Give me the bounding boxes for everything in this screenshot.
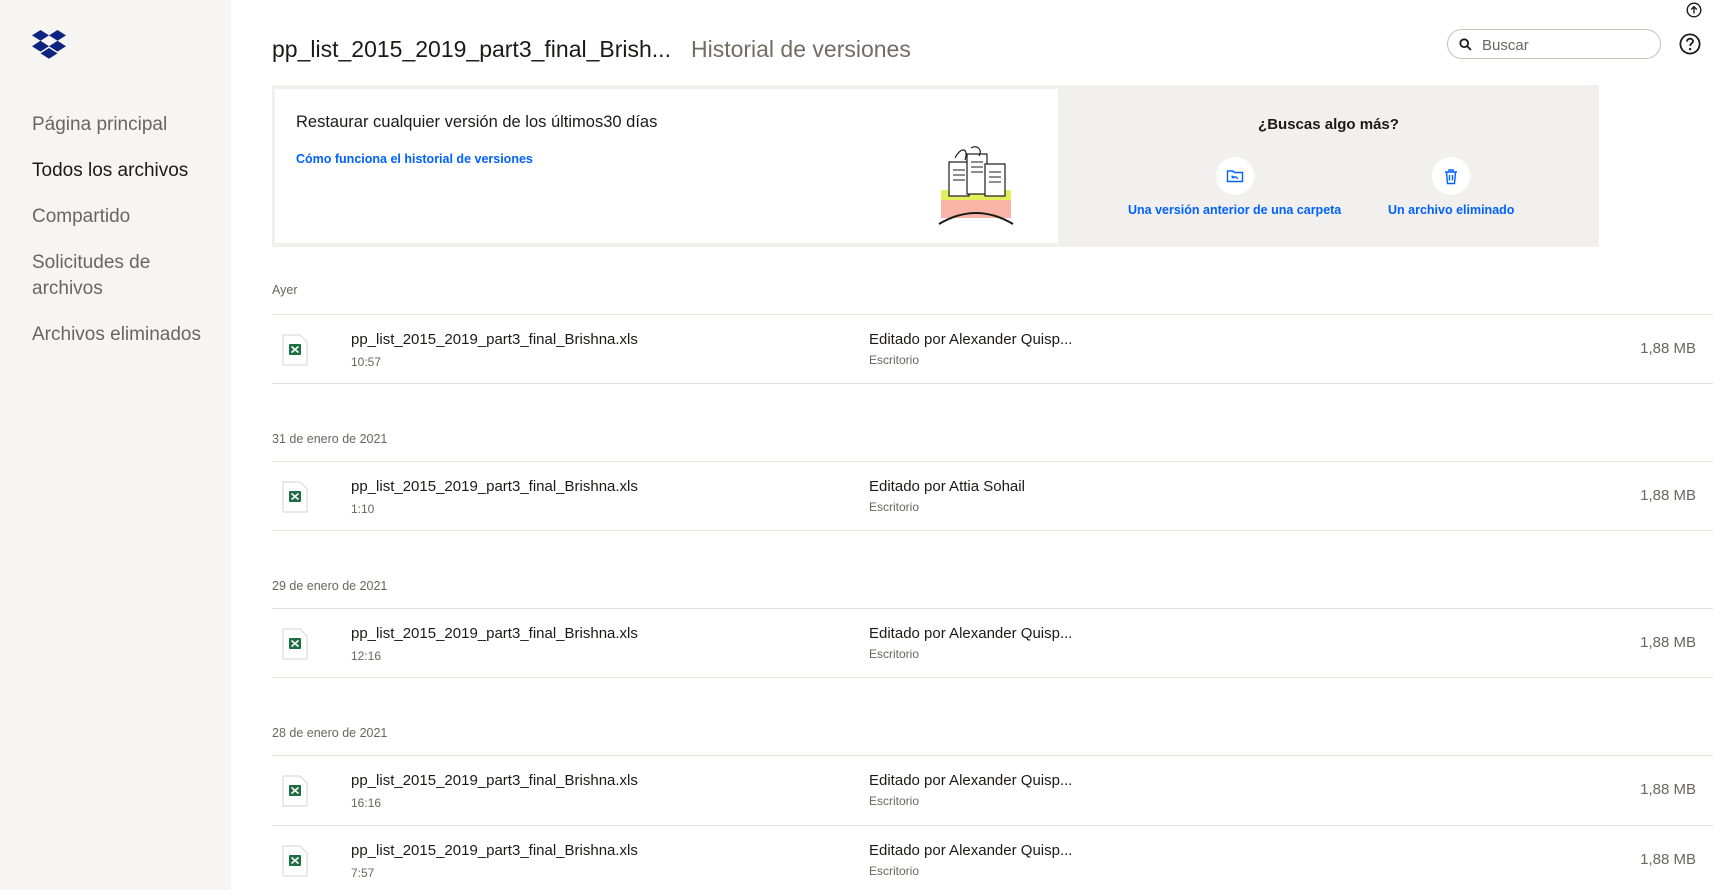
documents-illustration <box>938 146 1014 225</box>
version-size: 1,88 MB <box>1640 487 1696 504</box>
version-editor: Editado por Alexander Quisp... <box>869 331 1073 348</box>
deleted-file-option[interactable]: Un archivo eliminado <box>1388 157 1514 217</box>
excel-file-icon <box>282 481 308 513</box>
excel-file-icon <box>282 334 308 366</box>
file-title: pp_list_2015_2019_part3_final_Brish... <box>272 36 671 62</box>
search-icon <box>1459 38 1472 51</box>
version-row[interactable]: pp_list_2015_2019_part3_final_Brishna.xl… <box>272 825 1713 895</box>
version-size: 1,88 MB <box>1640 634 1696 651</box>
version-editor: Editado por Alexander Quisp... <box>869 625 1073 642</box>
version-time: 7:57 <box>351 866 375 880</box>
dropbox-logo[interactable] <box>32 30 66 60</box>
date-group-label: 31 de enero de 2021 <box>272 432 388 446</box>
version-editor: Editado por Alexander Quisp... <box>869 842 1073 859</box>
search-input[interactable] <box>1480 34 1654 56</box>
excel-file-icon <box>282 628 308 660</box>
sidebar-item-all-files[interactable]: Todos los archivos <box>32 158 222 184</box>
version-file-name[interactable]: pp_list_2015_2019_part3_final_Brishna.xl… <box>351 478 638 495</box>
deleted-file-button[interactable] <box>1432 157 1471 195</box>
version-file-name[interactable]: pp_list_2015_2019_part3_final_Brishna.xl… <box>351 625 638 642</box>
banner-heading: Restaurar cualquier versión de los últim… <box>296 113 658 131</box>
sidebar-item-deleted-files[interactable]: Archivos eliminados <box>32 322 222 348</box>
excel-file-icon <box>282 775 308 807</box>
date-group-label: 28 de enero de 2021 <box>272 726 388 740</box>
help-icon[interactable] <box>1679 33 1701 55</box>
looking-for-more-heading: ¿Buscas algo más? <box>1258 116 1399 133</box>
version-list: Ayer pp_list_2015_2019_part3_final_Brish… <box>272 270 1713 895</box>
version-device: Escritorio <box>869 500 920 514</box>
version-row[interactable]: pp_list_2015_2019_part3_final_Brishna.xl… <box>272 314 1713 384</box>
how-version-history-works-link[interactable]: Cómo funciona el historial de versiones <box>296 152 533 166</box>
version-file-name[interactable]: pp_list_2015_2019_part3_final_Brishna.xl… <box>351 842 638 859</box>
version-device: Escritorio <box>869 864 920 878</box>
restore-folder-button[interactable] <box>1215 157 1254 195</box>
version-device: Escritorio <box>869 794 920 808</box>
sidebar-item-shared[interactable]: Compartido <box>32 204 222 230</box>
restore-folder-link[interactable]: Una versión anterior de una carpeta <box>1128 203 1341 217</box>
trash-icon <box>1445 168 1458 184</box>
version-row[interactable]: pp_list_2015_2019_part3_final_Brishna.xl… <box>272 755 1713 825</box>
version-device: Escritorio <box>869 353 920 367</box>
folder-restore-icon <box>1226 170 1243 183</box>
version-size: 1,88 MB <box>1640 851 1696 868</box>
version-editor: Editado por Attia Sohail <box>869 478 1025 495</box>
date-group-label: 29 de enero de 2021 <box>272 579 388 593</box>
version-time: 10:57 <box>351 355 382 369</box>
page-title: pp_list_2015_2019_part3_final_Brish... Hi… <box>272 36 911 70</box>
restore-folder-option[interactable]: Una versión anterior de una carpeta <box>1128 157 1341 217</box>
sidebar-item-home[interactable]: Página principal <box>32 112 222 138</box>
banner-info-panel: Restaurar cualquier versión de los últim… <box>275 89 1058 243</box>
version-time: 12:16 <box>351 649 382 663</box>
version-file-name[interactable]: pp_list_2015_2019_part3_final_Brishna.xl… <box>351 331 638 348</box>
page-subtitle: Historial de versiones <box>690 36 911 62</box>
version-row[interactable]: pp_list_2015_2019_part3_final_Brishna.xl… <box>272 461 1713 531</box>
version-size: 1,88 MB <box>1640 781 1696 798</box>
version-size: 1,88 MB <box>1640 340 1696 357</box>
banner-options-panel: ¿Buscas algo más? Una versión anterior d… <box>1058 85 1599 247</box>
sidebar-item-file-requests[interactable]: Solicitudes de archivos <box>32 250 222 302</box>
sidebar-nav: Página principal Todos los archivos Comp… <box>32 112 222 368</box>
version-time: 16:16 <box>351 796 382 810</box>
version-history-banner: Restaurar cualquier versión de los últim… <box>272 85 1599 247</box>
upload-icon[interactable] <box>1686 2 1702 18</box>
version-row[interactable]: pp_list_2015_2019_part3_final_Brishna.xl… <box>272 608 1713 678</box>
excel-file-icon <box>282 845 308 877</box>
deleted-file-link[interactable]: Un archivo eliminado <box>1388 203 1514 217</box>
search-box[interactable] <box>1447 29 1661 59</box>
version-device: Escritorio <box>869 647 920 661</box>
date-group-label: Ayer <box>272 283 298 297</box>
version-editor: Editado por Alexander Quisp... <box>869 772 1073 789</box>
version-time: 1:10 <box>351 502 375 516</box>
sidebar: Página principal Todos los archivos Comp… <box>0 0 231 890</box>
version-file-name[interactable]: pp_list_2015_2019_part3_final_Brishna.xl… <box>351 772 638 789</box>
